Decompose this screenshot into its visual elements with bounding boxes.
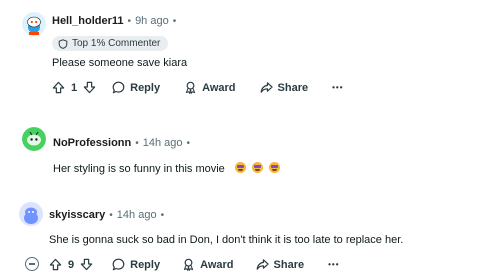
reply-button[interactable]: Reply xyxy=(112,81,160,94)
comment-text: Her styling is so funny in this movie xyxy=(53,163,225,175)
snoo-avatar-icon xyxy=(22,12,46,36)
comment-body: She is gonna suck so bad in Don, I don't… xyxy=(49,234,404,246)
vote-count: 9 xyxy=(68,258,75,271)
user-flair-badge: Top 1% Commenter xyxy=(52,36,169,51)
separator-dot: • xyxy=(172,15,177,27)
award-icon xyxy=(183,258,194,271)
timestamp[interactable]: 14h ago xyxy=(143,137,183,149)
comment-bubble-icon xyxy=(112,258,125,271)
timestamp[interactable]: 14h ago xyxy=(117,209,157,221)
collapse-thread-icon[interactable] xyxy=(25,257,39,271)
timestamp[interactable]: 9h ago xyxy=(135,15,169,27)
reply-label: Reply xyxy=(130,258,161,271)
comment-body: Her styling is so funny in this movie xyxy=(53,162,280,175)
share-arrow-icon xyxy=(256,259,269,270)
emoji-icon xyxy=(234,162,246,173)
snoo-avatar-icon xyxy=(19,202,43,226)
award-label: Award xyxy=(202,81,236,94)
avatar[interactable] xyxy=(22,127,46,151)
award-button[interactable]: Award xyxy=(182,258,234,271)
share-button[interactable]: Share xyxy=(260,81,309,94)
more-options-icon[interactable]: ••• xyxy=(328,260,339,269)
downvote-icon[interactable] xyxy=(83,81,96,94)
avatar[interactable] xyxy=(19,202,43,226)
reply-label: Reply xyxy=(130,81,161,94)
vote-count: 1 xyxy=(71,81,78,94)
award-label: Award xyxy=(200,258,234,271)
flair-label: Top 1% Commenter xyxy=(72,38,161,49)
separator-dot: • xyxy=(160,209,165,221)
comment-meta: NoProfessionn • 14h ago • xyxy=(53,137,194,149)
username[interactable]: Hell_holder11 xyxy=(52,15,124,27)
award-icon xyxy=(185,81,196,94)
separator-dot: • xyxy=(109,209,113,221)
reply-button[interactable]: Reply xyxy=(112,258,160,271)
comment-meta: Hell_holder11 • 9h ago • xyxy=(52,15,180,27)
avatar[interactable] xyxy=(22,12,46,36)
comment-actions: 9 Reply Award Share ••• xyxy=(49,258,340,271)
more-options-icon[interactable]: ••• xyxy=(332,83,343,92)
separator-dot: • xyxy=(186,137,191,149)
upvote-icon[interactable] xyxy=(49,258,62,271)
vote-group: 1 xyxy=(52,81,96,94)
separator-dot: • xyxy=(135,137,139,149)
username[interactable]: NoProfessionn xyxy=(53,137,131,149)
username[interactable]: skyisscary xyxy=(49,209,105,221)
emoji-icon xyxy=(251,162,263,173)
comment-actions: 1 Reply Award Share ••• xyxy=(52,81,344,94)
share-button[interactable]: Share xyxy=(256,258,305,271)
share-arrow-icon xyxy=(260,82,273,93)
comment-bubble-icon xyxy=(112,81,125,94)
award-button[interactable]: Award xyxy=(184,81,236,94)
emoji-icon xyxy=(268,162,280,173)
vote-group: 9 xyxy=(49,258,93,271)
comment-meta: skyisscary • 14h ago • xyxy=(49,209,168,221)
comment-body: Please someone save kiara xyxy=(52,57,188,69)
downvote-icon[interactable] xyxy=(80,258,93,271)
share-label: Share xyxy=(277,81,309,94)
snoo-avatar-icon xyxy=(22,127,46,151)
upvote-icon[interactable] xyxy=(52,81,65,94)
separator-dot: • xyxy=(127,15,132,27)
shield-icon xyxy=(58,38,68,49)
share-label: Share xyxy=(273,258,305,271)
